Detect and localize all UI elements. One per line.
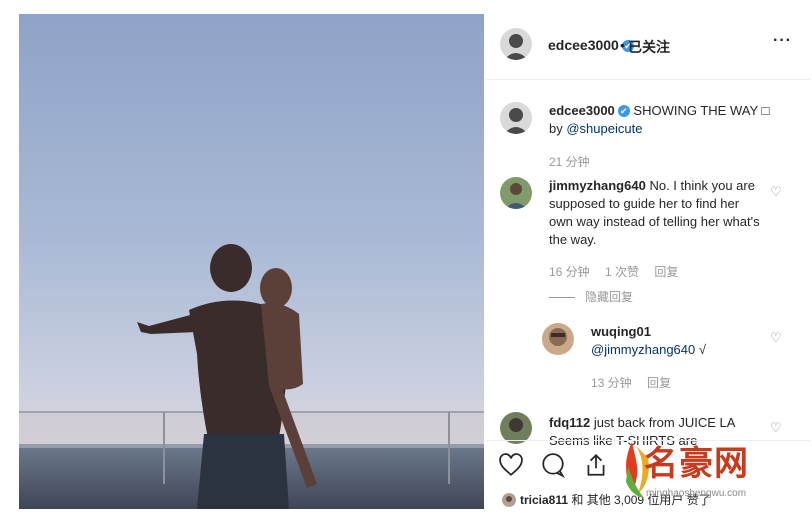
caption-time[interactable]: 21 分钟 [549,153,590,170]
comment-time[interactable]: 16 分钟 [549,265,590,279]
reply-comment: wuqing01 @jimmyzhang640 √ [591,323,761,359]
more-options-icon[interactable]: ··· [773,32,792,50]
following-button[interactable]: 已关注 [628,37,670,57]
header-avatar[interactable] [500,28,532,60]
reply-mention[interactable]: @jimmyzhang640 [591,342,695,357]
reply-button[interactable]: 回复 [654,265,678,279]
reply-like-heart-icon[interactable]: ♡ [770,330,782,346]
post-photo[interactable] [19,14,484,509]
comment-1-meta: 16 分钟 1 次赞 回复 [549,263,690,280]
verified-badge-icon: ✔ [617,105,630,117]
reply-button[interactable]: 回复 [647,376,671,390]
hide-replies-line [549,297,575,298]
liker-username[interactable]: tricia811 [520,493,568,507]
comment-like-heart-icon[interactable]: ♡ [770,420,782,436]
reply-text: √ [698,342,707,357]
caption: edcee3000 ✔ SHOWING THE WAY □ by @shupeic… [549,102,789,138]
reply-meta: 13 分钟 回复 [591,374,683,391]
caption-text: SHOWING THE WAY □ [633,103,770,118]
reply-username[interactable]: wuqing01 [591,324,651,339]
reply-avatar[interactable] [542,323,574,355]
comment-1: jimmyzhang640 No. I think you are suppos… [549,177,764,249]
like-heart-icon[interactable] [498,452,526,480]
caption-username[interactable]: edcee3000 [549,103,615,118]
header-separator: • [620,37,625,53]
post-header: edcee3000 ✔ • 已关注 ··· [486,14,810,80]
reply-time[interactable]: 13 分钟 [591,376,632,390]
watermark-url: minghaoshengwu.com [646,488,747,499]
comment-avatar[interactable] [500,177,532,209]
hide-replies-label[interactable]: 隐藏回复 [585,290,633,304]
liker-avatar[interactable] [502,493,516,507]
comment-likes[interactable]: 1 次赞 [605,265,639,279]
post-panel: edcee3000 ✔ • 已关注 ··· edcee3000 ✔ SHOWING … [486,14,810,509]
caption-by: by [549,121,563,136]
caption-avatar[interactable] [500,102,532,134]
comment-icon[interactable] [540,452,568,480]
comment-like-heart-icon[interactable]: ♡ [770,184,782,200]
watermark-text: 名豪网 [644,444,749,484]
comment-username[interactable]: fdq112 [549,415,590,430]
action-bar [498,452,621,482]
share-icon[interactable] [583,452,611,480]
hide-replies-button[interactable]: 隐藏回复 [549,288,633,305]
comment-username[interactable]: jimmyzhang640 [549,178,646,193]
header-username-text[interactable]: edcee3000 [548,37,619,53]
photo-image [19,14,484,509]
caption-mention[interactable]: @shupeicute [566,121,642,136]
